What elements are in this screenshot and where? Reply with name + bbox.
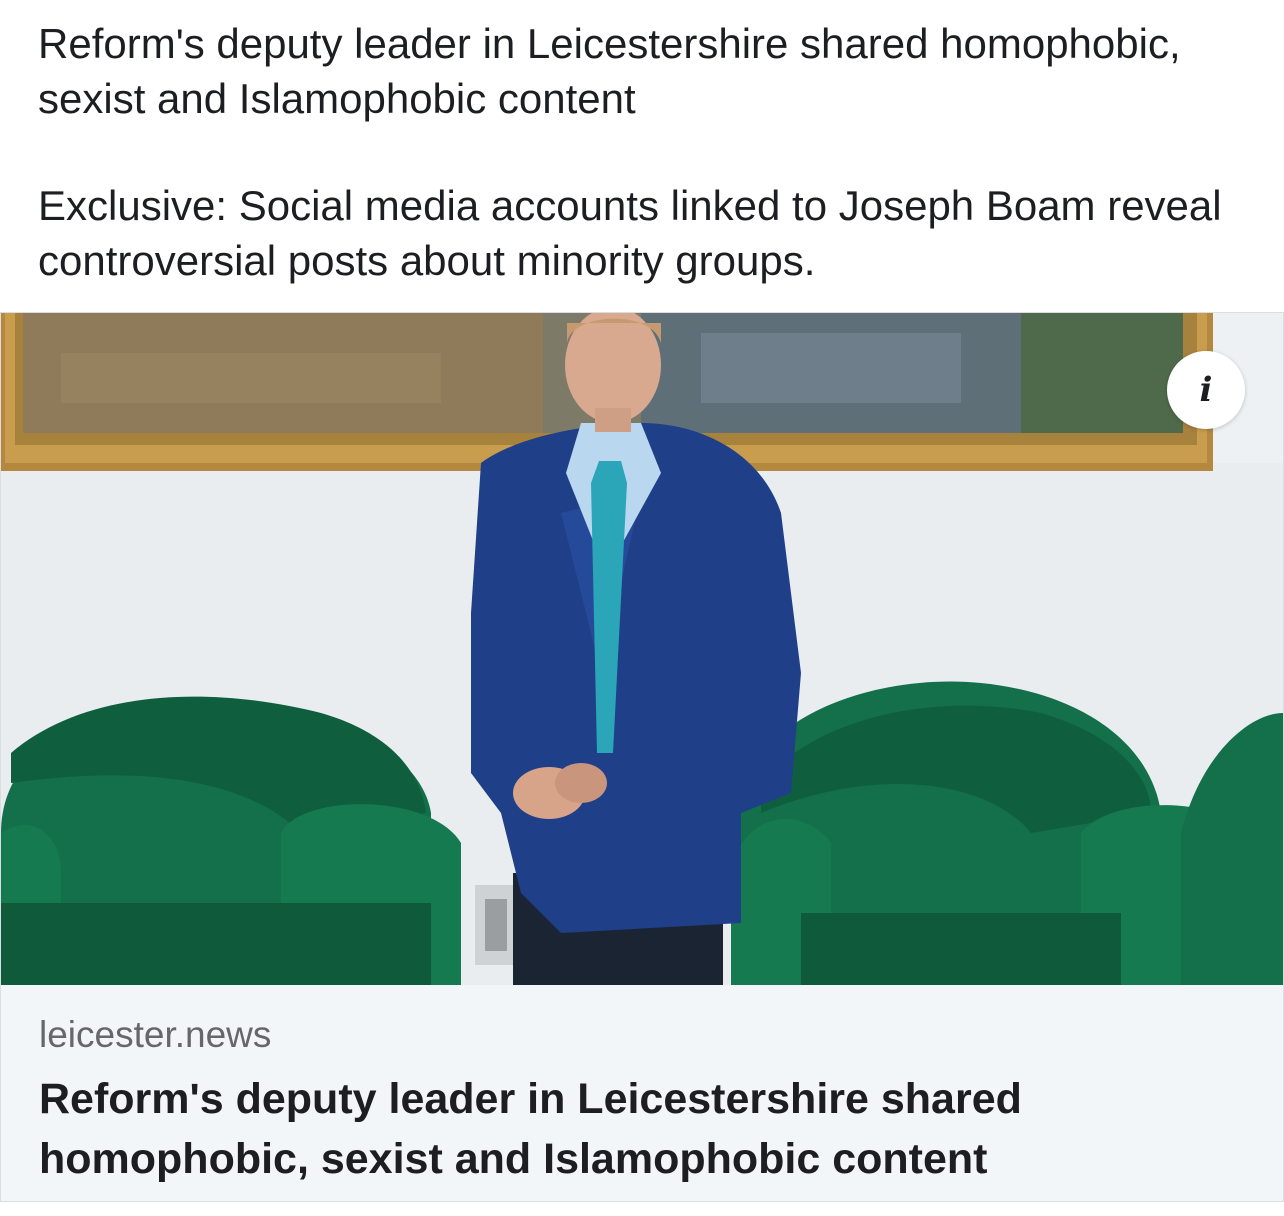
article-photo [1,313,1283,985]
link-preview-image[interactable]: i [1,313,1283,985]
ad-info-button[interactable]: i [1167,351,1245,429]
post-message: Reform's deputy leader in Leicestershire… [38,16,1248,288]
link-preview-meta[interactable]: leicester.news Reform's deputy leader in… [1,985,1283,1201]
link-title[interactable]: Reform's deputy leader in Leicestershire… [39,1069,1189,1189]
info-icon: i [1199,370,1213,410]
post-summary-text: Exclusive: Social media accounts linked … [38,182,1222,284]
post-headline-text: Reform's deputy leader in Leicestershire… [38,20,1181,122]
link-preview-card[interactable]: i leicester.news Reform's deputy leader … [0,312,1284,1202]
feed-post: Reform's deputy leader in Leicestershire… [0,0,1284,1216]
link-domain: leicester.news [39,1014,272,1055]
